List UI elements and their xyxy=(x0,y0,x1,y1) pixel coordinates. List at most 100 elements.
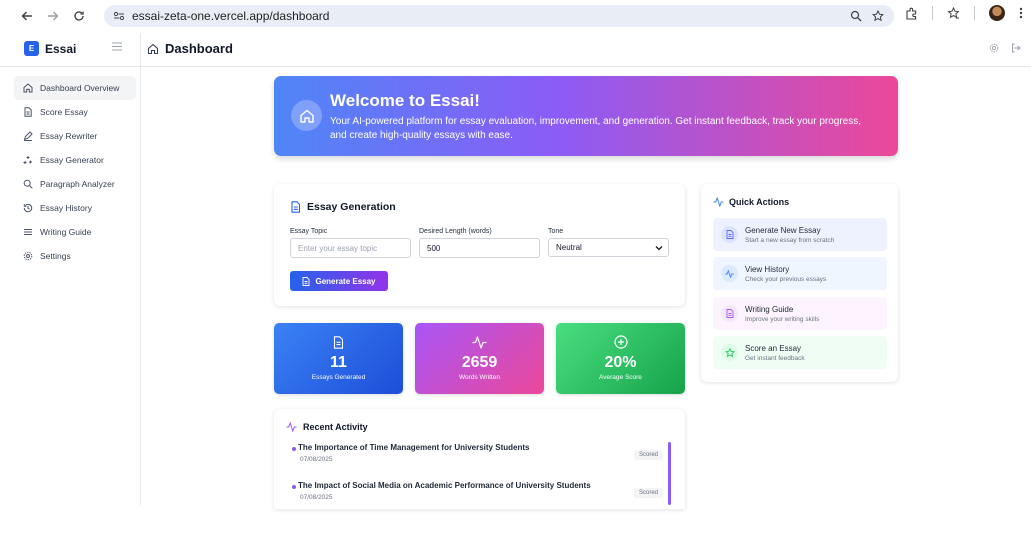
welcome-title: Welcome to Essai! xyxy=(330,91,480,110)
document-icon xyxy=(333,334,344,350)
hamburger-menu-icon[interactable] xyxy=(112,42,122,51)
recent-activity-card: Recent Activity The Importance of Time M… xyxy=(274,409,685,509)
kebab-menu-icon[interactable] xyxy=(1019,7,1023,19)
gear-icon xyxy=(23,251,33,261)
site-settings-icon[interactable] xyxy=(110,7,128,25)
stat-essays-generated: 11 Essays Generated xyxy=(274,323,403,394)
forward-button[interactable] xyxy=(40,3,66,29)
page-title: Dashboard xyxy=(165,41,233,56)
quick-action-writing-guide[interactable]: Writing Guide Improve your writing skill… xyxy=(713,297,887,330)
document-icon xyxy=(23,107,33,117)
sidebar-item-score-essay[interactable]: Score Essay xyxy=(14,100,136,124)
quick-action-view-history[interactable]: View History Check your previous essays xyxy=(713,257,887,290)
quick-action-desc: Improve your writing skills xyxy=(745,315,820,323)
sidebar-item-writing-guide[interactable]: Writing Guide xyxy=(14,220,136,244)
sparkles-icon xyxy=(23,155,33,165)
reload-button[interactable] xyxy=(66,3,92,29)
quick-actions-card: Quick Actions Generate New Essay Start a… xyxy=(701,184,898,382)
activity-list[interactable]: The Importance of Time Management for Un… xyxy=(288,442,673,505)
plus-circle-icon xyxy=(613,334,628,350)
zoom-icon[interactable] xyxy=(850,10,862,22)
length-input[interactable]: 500 xyxy=(419,238,540,258)
sidebar-item-settings[interactable]: Settings xyxy=(14,244,136,268)
document-icon xyxy=(721,305,738,322)
stat-words-written: 2659 Words Written xyxy=(415,323,544,394)
sidebar-item-essay-rewriter[interactable]: Essay Rewriter xyxy=(14,124,136,148)
quick-action-text: Generate New Essay Start a new essay fro… xyxy=(745,226,834,244)
quick-action-title: Generate New Essay xyxy=(745,225,821,235)
essay-generation-card: Essay Generation Essay Topic Enter your … xyxy=(274,184,685,306)
sidebar-item-label: Essay Generator xyxy=(40,155,104,165)
sidebar-item-essay-generator[interactable]: Essay Generator xyxy=(14,148,136,172)
stat-label: Average Score xyxy=(599,374,642,381)
activity-icon xyxy=(286,422,297,432)
quick-action-title: Writing Guide xyxy=(745,304,794,314)
quick-action-desc: Check your previous essays xyxy=(745,275,827,283)
reading-list-icon[interactable] xyxy=(947,6,960,20)
quick-action-desc: Start a new essay from scratch xyxy=(745,236,835,244)
back-button[interactable] xyxy=(14,3,40,29)
gear-icon[interactable] xyxy=(989,43,999,53)
brand-logo: E xyxy=(24,41,39,56)
stat-value: 20% xyxy=(604,354,637,371)
sidebar-item-paragraph-analyzer[interactable]: Paragraph Analyzer xyxy=(14,172,136,196)
logout-icon[interactable] xyxy=(1011,43,1021,53)
quick-action-text: Writing Guide Improve your writing skill… xyxy=(745,305,819,323)
app-header: E Essai Dashboard xyxy=(0,33,1031,67)
activity-icon xyxy=(721,265,738,282)
app-root: E Essai Dashboard Dashboard Overview Sco… xyxy=(0,33,1031,509)
toolbar-divider xyxy=(932,6,933,20)
stat-value: 2659 xyxy=(461,354,498,371)
activity-date: 07/08/2025 xyxy=(300,456,333,463)
sidebar-item-label: Score Essay xyxy=(40,107,88,117)
tone-label: Tone xyxy=(548,228,564,235)
list-icon xyxy=(23,227,33,237)
sidebar-item-essay-history[interactable]: Essay History xyxy=(14,196,136,220)
sidebar-item-label: Essay History xyxy=(40,203,92,213)
home-icon xyxy=(147,43,159,55)
activity-icon xyxy=(713,197,724,207)
brand-name: Essai xyxy=(45,41,77,56)
essay-topic-input[interactable]: Enter your essay topic xyxy=(290,238,411,258)
brand[interactable]: E Essai xyxy=(24,41,76,56)
header-actions xyxy=(989,43,1021,53)
document-icon xyxy=(721,226,738,243)
sidebar-item-label: Paragraph Analyzer xyxy=(40,179,115,189)
generate-essay-button[interactable]: Generate Essay xyxy=(290,271,388,291)
activity-icon xyxy=(472,334,487,350)
card-title: Quick Actions xyxy=(713,197,789,207)
document-icon xyxy=(302,276,310,286)
scrollbar[interactable] xyxy=(668,442,671,505)
tone-value: Neutral xyxy=(556,243,582,252)
recent-activity-title: Recent Activity xyxy=(303,422,368,432)
quick-action-score-an-essay[interactable]: Score an Essay Get instant feedback xyxy=(713,336,887,369)
card-title: Recent Activity xyxy=(286,422,368,432)
stat-label: Essays Generated xyxy=(311,374,366,381)
arrow-left-icon xyxy=(21,11,32,21)
stat-label: Words Written xyxy=(459,374,500,381)
status-badge: Scored xyxy=(633,450,663,460)
document-icon xyxy=(290,201,301,213)
extensions-icon[interactable] xyxy=(905,7,918,20)
sidebar-item-label: Essay Rewriter xyxy=(40,131,98,141)
tone-select[interactable]: Neutral xyxy=(548,238,669,257)
activity-title: The Impact of Social Media on Academic P… xyxy=(298,481,591,490)
quick-action-desc: Get instant feedback xyxy=(745,354,805,362)
profile-avatar[interactable] xyxy=(989,5,1005,21)
bookmark-star-icon[interactable] xyxy=(872,10,884,22)
stat-average-score: 20% Average Score xyxy=(556,323,685,394)
chevron-down-icon xyxy=(655,244,663,252)
sidebar-item-dashboard-overview[interactable]: Dashboard Overview xyxy=(14,76,136,100)
activity-title: The Importance of Time Management for Un… xyxy=(298,443,530,452)
card-title: Essay Generation xyxy=(290,201,396,213)
list-item[interactable]: The Impact of Social Media on Academic P… xyxy=(288,480,673,505)
quick-action-generate-new-essay[interactable]: Generate New Essay Start a new essay fro… xyxy=(713,218,887,251)
stat-value: 11 xyxy=(330,354,347,371)
url-text: essai-zeta-one.vercel.app/dashboard xyxy=(132,9,330,23)
list-item[interactable]: The Importance of Time Management for Un… xyxy=(288,442,673,480)
history-icon xyxy=(23,203,33,213)
star-icon xyxy=(721,344,738,361)
address-bar[interactable]: essai-zeta-one.vercel.app/dashboard xyxy=(104,5,894,27)
search-icon xyxy=(23,179,33,189)
toolbar-divider xyxy=(974,6,975,20)
